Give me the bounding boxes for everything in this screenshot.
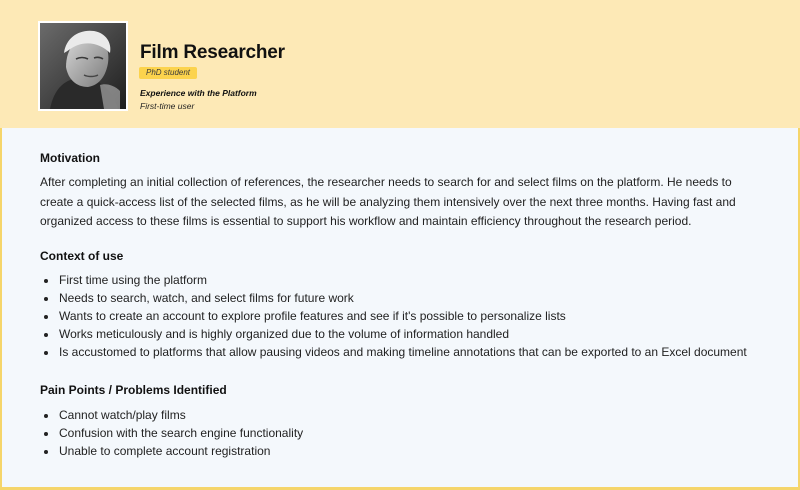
list-item: Wants to create an account to explore pr… <box>58 307 798 325</box>
list-item: Works meticulously and is highly organiz… <box>58 325 798 343</box>
list-item: Confusion with the search engine functio… <box>58 424 798 442</box>
motivation-title: Motivation <box>40 151 100 165</box>
list-item: First time using the platform <box>58 271 798 289</box>
portrait-photo <box>38 21 128 111</box>
list-item: Unable to complete account registration <box>58 442 798 460</box>
persona-card: Film Researcher PhD student Experience w… <box>0 0 800 490</box>
role-badge: PhD student <box>139 67 198 79</box>
pain-points-list: Cannot watch/play films Confusion with t… <box>40 406 798 460</box>
experience-value: First-time user <box>140 101 195 111</box>
list-item: Needs to search, watch, and select films… <box>58 289 798 307</box>
persona-name: Film Researcher <box>140 42 285 63</box>
pain-points-title: Pain Points / Problems Identified <box>40 383 227 397</box>
persona-body: Motivation After completing an initial c… <box>0 128 800 490</box>
list-item: Cannot watch/play films <box>58 406 798 424</box>
persona-header: Film Researcher PhD student Experience w… <box>0 0 800 128</box>
motivation-text: After completing an initial collection o… <box>40 175 736 228</box>
experience-label: Experience with the Platform <box>140 88 257 98</box>
context-list: First time using the platform Needs to s… <box>40 271 798 361</box>
list-item: Is accustomed to platforms that allow pa… <box>58 343 798 361</box>
portrait-image <box>40 23 126 109</box>
context-title: Context of use <box>40 249 124 263</box>
